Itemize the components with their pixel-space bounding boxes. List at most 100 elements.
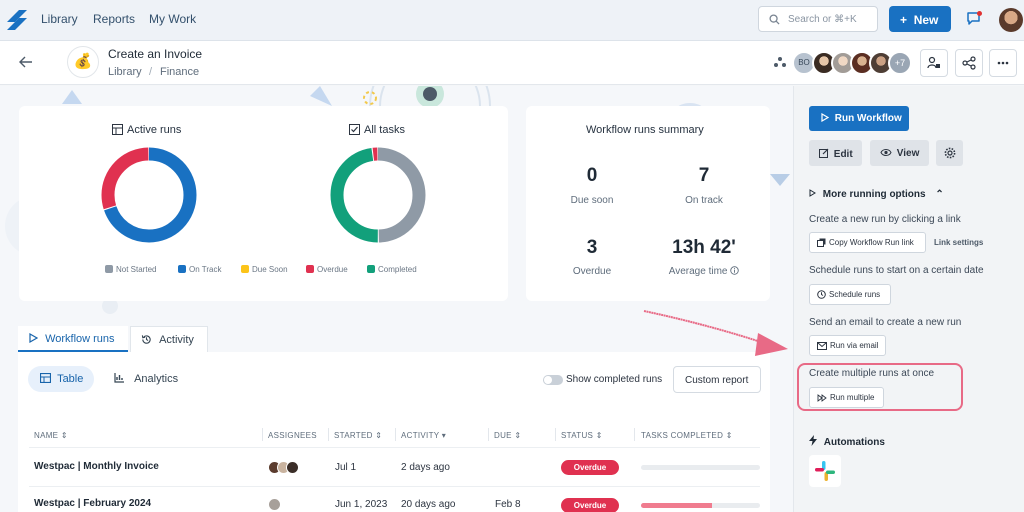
app-logo-icon[interactable] <box>5 8 29 32</box>
breadcrumb-separator: / <box>149 66 153 78</box>
search-icon <box>769 14 780 25</box>
table-icon <box>112 124 123 135</box>
chevron-up-icon: ⌃ <box>935 189 944 200</box>
view-analytics-button[interactable]: Analytics <box>114 373 178 385</box>
run-via-email-button[interactable]: Run via email <box>809 335 886 356</box>
col-header-name[interactable]: NAME ⇕ <box>34 431 68 440</box>
on-track-value: 7 <box>698 165 710 186</box>
due-soon-label: Due soon <box>570 195 614 206</box>
clock-icon <box>817 290 826 299</box>
tab-activity[interactable]: Activity <box>130 326 208 352</box>
nav-my-work[interactable]: My Work <box>149 12 196 26</box>
link-run-description: Create a new run by clicking a link <box>809 214 961 225</box>
overdue-label: Overdue <box>572 266 612 277</box>
copy-icon <box>817 238 826 247</box>
sort-desc-icon: ▾ <box>441 431 447 440</box>
view-analytics-label: Analytics <box>134 373 179 385</box>
tasks-progress-bar <box>641 503 760 508</box>
tasks-progress-bar <box>641 465 760 470</box>
back-arrow-icon[interactable] <box>19 56 33 68</box>
chart-icon <box>114 373 124 383</box>
sort-icon: ⇕ <box>60 431 68 440</box>
column-divider <box>262 428 263 441</box>
status-badge: Overdue <box>561 498 619 512</box>
info-icon[interactable] <box>730 266 739 275</box>
custom-report-button[interactable]: Custom report <box>673 366 761 393</box>
legend-due-soon: Due Soon <box>241 265 288 274</box>
on-track-label: On track <box>685 195 723 206</box>
schedule-runs-button[interactable]: Schedule runs <box>809 284 891 305</box>
col-header-due[interactable]: DUE ⇕ <box>494 431 521 440</box>
assignee-avatar[interactable] <box>268 498 281 511</box>
sort-icon: ⇕ <box>595 431 603 440</box>
col-header-label: TASKS COMPLETED <box>641 431 724 440</box>
settings-button[interactable] <box>936 140 963 166</box>
edit-button[interactable]: Edit <box>809 140 862 166</box>
run-name[interactable]: Westpac | Monthly Invoice <box>34 461 159 472</box>
assignee-avatar[interactable] <box>286 461 299 474</box>
user-lock-icon <box>927 56 940 69</box>
legend-label: Completed <box>378 265 417 274</box>
legend-overdue: Overdue <box>306 265 348 274</box>
play-icon <box>29 332 39 344</box>
envelope-icon <box>817 342 827 350</box>
user-avatar[interactable] <box>999 8 1023 32</box>
column-divider <box>634 428 635 441</box>
copy-workflow-link-button[interactable]: Copy Workflow Run link <box>809 232 926 253</box>
run-workflow-button[interactable]: Run Workflow <box>809 106 909 131</box>
col-header-tasks-completed[interactable]: TASKS COMPLETED ⇕ <box>641 431 733 440</box>
notification-dot <box>977 11 982 16</box>
col-header-started[interactable]: STARTED ⇕ <box>334 431 382 440</box>
slack-integration-button[interactable] <box>809 455 841 487</box>
assignee-more-count[interactable]: +7 <box>888 51 912 75</box>
nav-library[interactable]: Library <box>41 12 78 26</box>
col-header-status[interactable]: STATUS ⇕ <box>561 431 603 440</box>
run-name[interactable]: Westpac | February 2024 <box>34 498 151 509</box>
show-completed-toggle[interactable] <box>543 375 563 385</box>
average-time-text: Average time <box>668 266 728 277</box>
legend-swatch <box>105 265 113 273</box>
active-runs-title: Active runs <box>112 124 181 136</box>
more-running-options-label: More running options <box>822 189 926 200</box>
legend-swatch <box>241 265 249 273</box>
edit-label: Edit <box>833 149 853 160</box>
assign-user-button[interactable] <box>920 49 948 77</box>
share-icon <box>962 56 976 70</box>
col-header-label: DUE <box>494 431 512 440</box>
activity-time: 20 days ago <box>401 499 456 510</box>
search-input[interactable]: Search or ⌘+K <box>758 6 878 32</box>
overdue-value: 3 <box>586 237 598 258</box>
all-tasks-donut <box>330 147 426 243</box>
column-divider <box>328 428 329 441</box>
all-tasks-title: All tasks <box>349 124 405 136</box>
more-running-options-toggle[interactable]: More running options ⌃ <box>809 189 944 200</box>
table-icon <box>39 372 52 384</box>
email-description: Send an email to create a new run <box>809 317 962 328</box>
nav-reports[interactable]: Reports <box>93 12 135 26</box>
share-button[interactable] <box>955 49 983 77</box>
gear-icon <box>944 147 956 159</box>
history-icon <box>141 335 151 344</box>
link-settings-link[interactable]: Link settings <box>934 238 983 247</box>
column-divider <box>488 428 489 441</box>
due-soon-value: 0 <box>586 165 598 186</box>
more-menu-button[interactable] <box>989 49 1017 77</box>
play-icon <box>821 112 830 123</box>
breadcrumb-finance[interactable]: Finance <box>160 66 199 78</box>
lightning-icon <box>809 435 817 446</box>
tab-activity-label: Activity <box>159 334 194 346</box>
view-table-label: Table <box>57 373 84 385</box>
tab-workflow-runs[interactable]: Workflow runs <box>18 326 128 352</box>
people-network-icon[interactable] <box>773 55 787 69</box>
view-label: View <box>896 148 920 159</box>
view-table-button[interactable]: Table <box>28 366 94 392</box>
new-button[interactable]: + New <box>889 6 951 32</box>
col-header-label: STARTED <box>334 431 373 440</box>
view-button[interactable]: View <box>870 140 929 166</box>
automations-label: Automations <box>823 437 885 448</box>
row-divider <box>29 447 760 448</box>
copy-workflow-link-label: Copy Workflow Run link <box>829 238 914 247</box>
all-tasks-label: All tasks <box>364 124 405 136</box>
col-header-activity[interactable]: ACTIVITY ▾ <box>401 431 446 440</box>
breadcrumb-library[interactable]: Library <box>108 66 142 78</box>
